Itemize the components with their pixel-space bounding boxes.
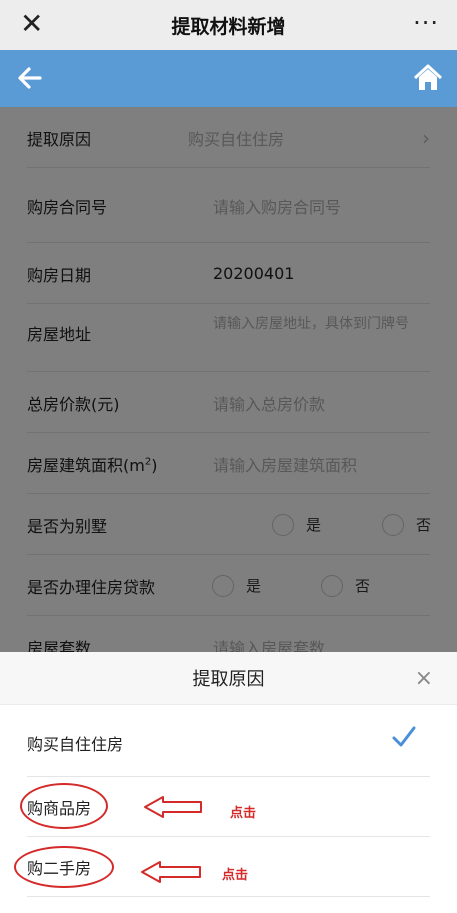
navbar [0, 50, 457, 107]
annotation-hint: 点击 [230, 806, 257, 821]
option-label: 购买自住住房 [27, 734, 124, 754]
close-icon[interactable]: ✕ [20, 7, 43, 41]
checkmark-icon [392, 726, 416, 747]
annotation-oval [20, 783, 108, 829]
more-icon[interactable]: ··· [413, 6, 439, 40]
home-icon[interactable] [413, 63, 443, 93]
page-title: 提取材料新增 [171, 15, 286, 38]
annotation-hint: 点击 [222, 868, 249, 883]
option-self-use-house[interactable]: 购买自住住房 [0, 708, 457, 777]
close-icon[interactable]: × [415, 666, 433, 691]
window-titlebar: ✕ 提取材料新增 ··· [0, 0, 457, 50]
annotation-arrow-icon [144, 796, 202, 818]
back-arrow-icon[interactable] [14, 62, 46, 94]
sheet-title: 提取原因 [192, 669, 265, 690]
annotation-oval [14, 846, 114, 888]
sheet-header: 提取原因 × [0, 652, 457, 705]
modal-overlay[interactable] [0, 107, 457, 652]
annotation-arrow-icon [141, 861, 201, 883]
